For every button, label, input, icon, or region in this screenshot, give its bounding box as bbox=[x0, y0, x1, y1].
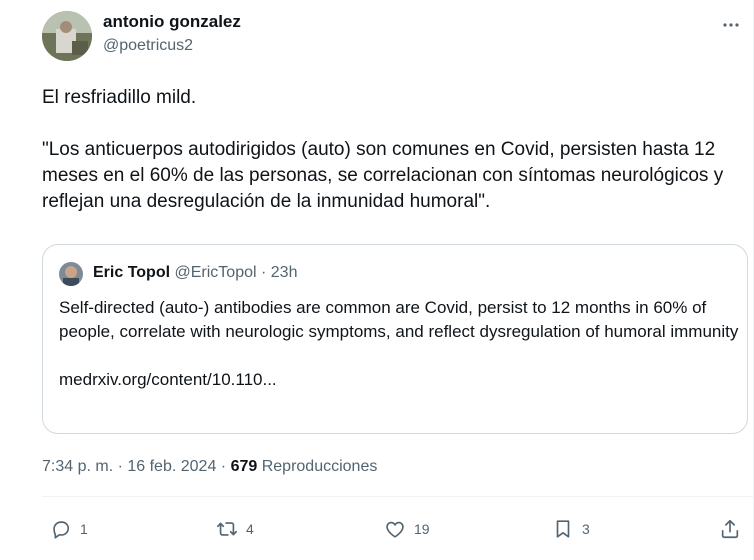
author-handle[interactable]: @poetricus2 bbox=[103, 37, 193, 55]
quote-text: Self-directed (auto-) antibodies are com… bbox=[59, 296, 739, 392]
like-button[interactable]: 19 bbox=[384, 517, 430, 541]
tweet-meta: 7:34 p. m. · 16 feb. 2024 · 679 Reproduc… bbox=[42, 458, 377, 476]
reply-button[interactable]: 1 bbox=[50, 517, 88, 541]
share-upload-icon bbox=[721, 519, 739, 539]
tweet-text-line1: El resfriadillo mild. bbox=[42, 87, 197, 108]
repost-count: 4 bbox=[246, 521, 254, 537]
divider bbox=[42, 496, 754, 497]
quote-header: Eric Topol @EricTopol · 23h bbox=[93, 264, 297, 282]
tweet-text-line2: "Los anticuerpos autodirigidos (auto) so… bbox=[42, 139, 724, 212]
share-button[interactable] bbox=[719, 517, 741, 541]
bookmark-count: 3 bbox=[582, 521, 590, 537]
author-avatar[interactable] bbox=[42, 11, 92, 61]
quote-author-avatar-image bbox=[59, 262, 83, 286]
author-avatar-image bbox=[42, 11, 92, 61]
reply-count: 1 bbox=[80, 521, 88, 537]
tweet-detail: antonio gonzalez @poetricus2 El resfriad… bbox=[0, 0, 754, 560]
tweet-timestamp[interactable]: 7:34 p. m. · 16 feb. 2024 · bbox=[42, 458, 231, 475]
views-label: Reproducciones bbox=[257, 458, 378, 475]
heart-icon bbox=[386, 521, 404, 538]
quoted-tweet-card[interactable]: Eric Topol @EricTopol · 23h Self-directe… bbox=[42, 244, 748, 434]
repost-arrows-icon bbox=[217, 522, 237, 536]
more-dots-icon bbox=[723, 23, 739, 27]
quote-link[interactable]: medrxiv.org/content/10.110... bbox=[59, 368, 739, 392]
like-count: 19 bbox=[414, 521, 430, 537]
quote-author-name: Eric Topol bbox=[93, 264, 171, 281]
more-options-button[interactable] bbox=[716, 10, 746, 40]
reply-bubble-icon bbox=[53, 521, 70, 539]
tweet-text: El resfriadillo mild. "Los anticuerpos a… bbox=[42, 85, 732, 215]
tweet-header: antonio gonzalez @poetricus2 bbox=[42, 10, 739, 62]
bookmark-button[interactable]: 3 bbox=[552, 517, 590, 541]
repost-button[interactable]: 4 bbox=[216, 517, 254, 541]
quote-author-avatar bbox=[59, 262, 83, 286]
quote-author-meta: @EricTopol · 23h bbox=[174, 264, 298, 281]
bookmark-icon bbox=[556, 520, 570, 538]
author-name[interactable]: antonio gonzalez bbox=[103, 12, 241, 32]
quote-body: Self-directed (auto-) antibodies are com… bbox=[59, 298, 739, 341]
views-count: 679 bbox=[230, 458, 258, 475]
